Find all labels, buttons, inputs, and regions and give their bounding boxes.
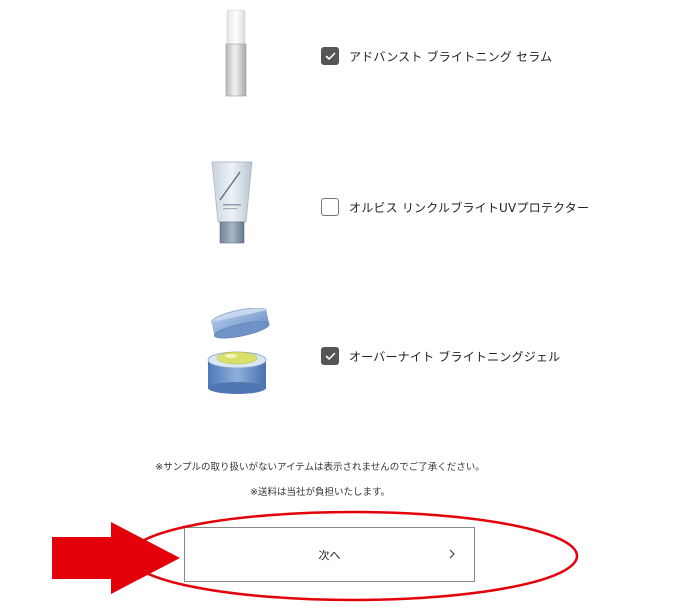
product-row-serum[interactable]: アドバンスト ブライトニング セラム [321,47,552,65]
uv-tube-image [211,161,253,244]
sample-availability-note: ※サンプルの取り扱いがないアイテムは表示されませんのでご了承ください。 [155,462,485,473]
red-arrow-annotation [52,522,180,594]
checked-checkbox[interactable] [321,47,339,65]
product-label: オルビス リンクルブライトUVプロテクター [349,200,590,215]
product-row-uv-protector[interactable]: オルビス リンクルブライトUVプロテクター [321,198,589,216]
serum-bottle-image [225,9,247,97]
gel-jar-image [207,308,270,394]
check-icon [325,52,335,60]
checked-checkbox[interactable] [321,347,339,365]
next-button-label: 次へ [318,549,341,562]
product-row-gel[interactable]: オーバーナイト ブライトニングジェル [321,347,560,365]
unchecked-checkbox[interactable] [321,198,339,216]
product-label: アドバンスト ブライトニング セラム [349,49,553,64]
check-icon [325,352,335,360]
shipping-fee-note: ※送料は当社が負担いたします。 [249,487,390,498]
chevron-right-icon [449,549,455,559]
next-button[interactable]: 次へ [184,527,475,582]
product-label: オーバーナイト ブライトニングジェル [349,349,561,364]
